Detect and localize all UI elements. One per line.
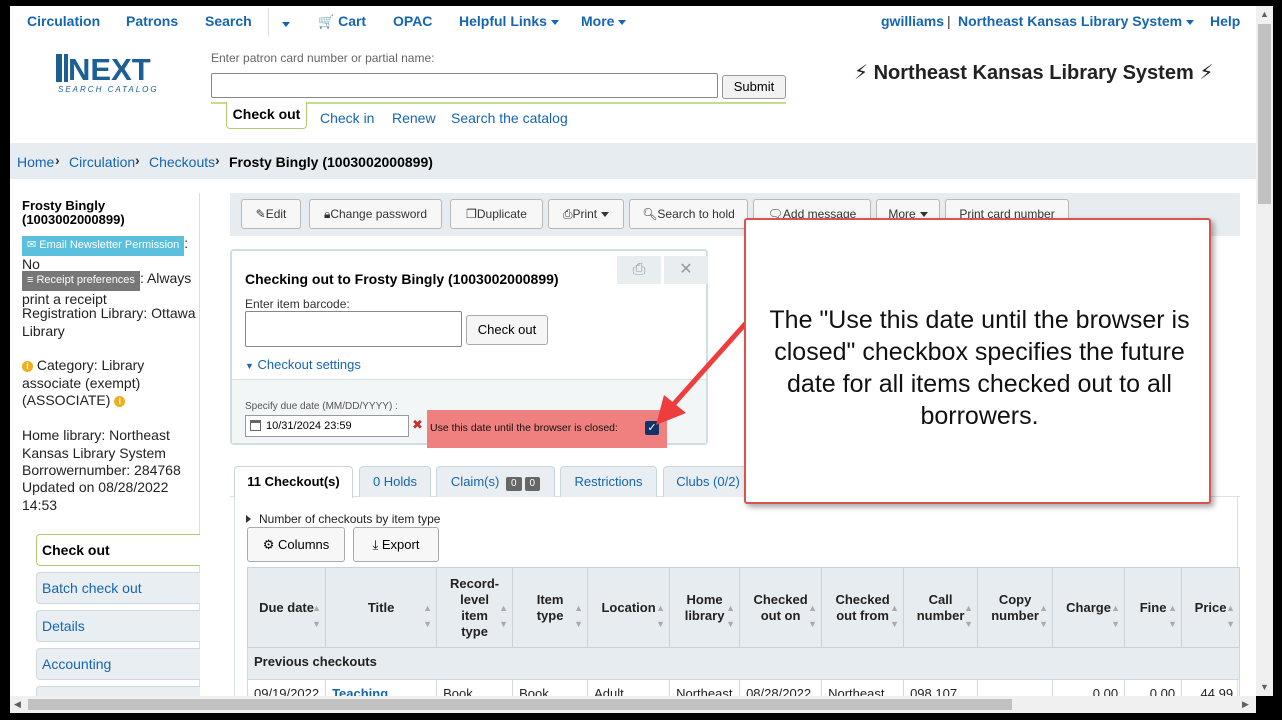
browser-page: Circulation Patrons Search 🛒 Cart OPAC H… bbox=[10, 6, 1256, 696]
scroll-up-icon[interactable]: ▲ bbox=[1260, 9, 1269, 19]
horizontal-scroll-thumb[interactable] bbox=[28, 699, 1012, 710]
vertical-scrollbar[interactable]: ▲ ▼ bbox=[1256, 6, 1273, 696]
horizontal-scrollbar[interactable]: ◀ ▶ bbox=[10, 696, 1256, 713]
scroll-down-icon[interactable]: ▼ bbox=[1260, 682, 1269, 692]
callout-text: The "Use this date until the browser is … bbox=[769, 306, 1190, 430]
scroll-left-icon[interactable]: ◀ bbox=[14, 699, 21, 710]
scroll-right-icon[interactable]: ▶ bbox=[1242, 699, 1249, 710]
vertical-scroll-thumb[interactable] bbox=[1258, 24, 1271, 204]
annotation-callout: The "Use this date until the browser is … bbox=[744, 218, 1211, 504]
